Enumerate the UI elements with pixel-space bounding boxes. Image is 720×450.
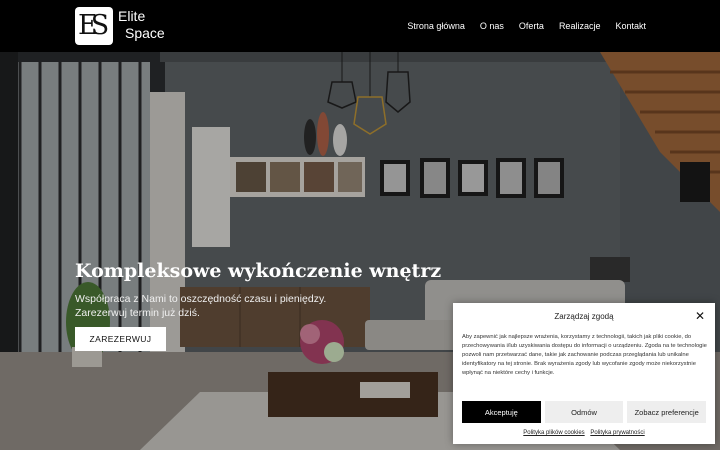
consent-title: Zarządzaj zgodą bbox=[554, 312, 614, 321]
cookie-policy-link[interactable]: Polityka plików cookies bbox=[523, 430, 584, 436]
preferences-button[interactable]: Zobacz preferencje bbox=[627, 401, 707, 423]
cookie-consent-dialog: Zarządzaj zgodą ✕ Aby zapewnić jak najle… bbox=[453, 303, 715, 444]
hero-subtitle: Współpraca z Nami to oszczędność czasu i… bbox=[75, 292, 375, 320]
logo-monogram: ES bbox=[78, 10, 109, 41]
nav-contact[interactable]: Kontakt bbox=[615, 21, 646, 31]
hero-title: Kompleksowe wykończenie wnętrz bbox=[75, 260, 442, 282]
accept-button[interactable]: Akceptuję bbox=[462, 401, 541, 423]
site-header: ES Elite Space Strona główna O nas Ofert… bbox=[0, 0, 720, 52]
nav-projects[interactable]: Realizacje bbox=[559, 21, 601, 31]
main-nav: Strona główna O nas Oferta Realizacje Ko… bbox=[407, 21, 646, 31]
nav-offer[interactable]: Oferta bbox=[519, 21, 544, 31]
deny-button[interactable]: Odmów bbox=[544, 401, 624, 423]
logo-line-2: Space bbox=[125, 25, 165, 41]
nav-about[interactable]: O nas bbox=[480, 21, 504, 31]
nav-home[interactable]: Strona główna bbox=[407, 21, 465, 31]
consent-buttons: Akceptuję Odmów Zobacz preferencje bbox=[462, 401, 707, 423]
consent-links: Polityka plików cookies Polityka prywatn… bbox=[453, 430, 715, 436]
close-icon[interactable]: ✕ bbox=[695, 309, 705, 323]
hero-subtitle-line-1: Współpraca z Nami to oszczędność czasu i… bbox=[75, 293, 327, 305]
hero-subtitle-line-2: Zarezerwuj termin już dziś. bbox=[75, 307, 200, 319]
logo-text[interactable]: Elite Space bbox=[118, 8, 165, 42]
logo-line-1: Elite bbox=[118, 8, 146, 24]
book-now-button[interactable]: ZAREZERWUJ bbox=[75, 327, 166, 351]
consent-text: Aby zapewnić jak najlepsze wrażenia, kor… bbox=[462, 334, 707, 376]
privacy-policy-link[interactable]: Polityka prywatności bbox=[590, 430, 644, 436]
logo[interactable]: ES bbox=[75, 7, 113, 45]
